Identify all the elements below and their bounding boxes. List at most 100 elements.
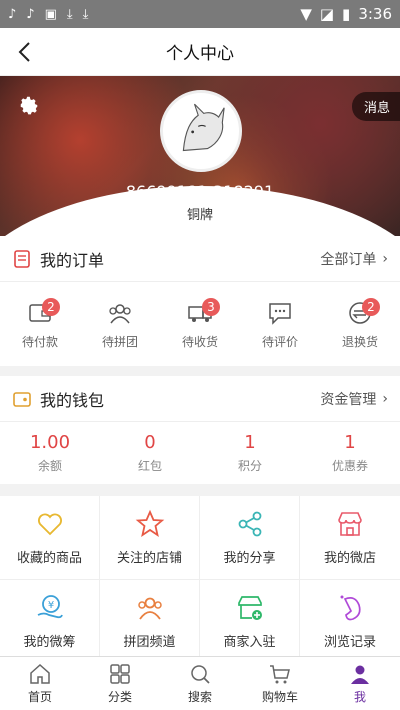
label: 关注的店铺 (116, 551, 182, 566)
feature-my-crowdfunding[interactable]: ¥ 我的微筹 (0, 580, 100, 664)
label: 拼团频道 (123, 635, 176, 650)
label: 分类 (107, 690, 132, 704)
tab-search[interactable]: 搜索 (160, 657, 240, 710)
order-pending-receipt[interactable]: 3 待收货 (160, 282, 240, 366)
order-returns[interactable]: 2 退换货 (320, 282, 400, 366)
feature-browsing-history[interactable]: 浏览记录 (300, 580, 400, 664)
share-icon (238, 511, 261, 537)
label: 待收货 (181, 334, 218, 349)
label: 我的微店 (323, 551, 376, 566)
wallet-title: 我的钱包 (40, 390, 105, 410)
cart-icon (270, 665, 290, 684)
badge: 2 (42, 298, 60, 316)
label: 红包 (137, 459, 162, 473)
feature-my-microshop[interactable]: 我的微店 (300, 496, 400, 580)
fund-management-link[interactable]: 资金管理 › (320, 389, 388, 409)
profile-banner: 消息 86699181-318291 铜牌 (0, 76, 400, 236)
feature-favorite-products[interactable]: 收藏的商品 (0, 496, 100, 580)
value: 1.00 (29, 432, 71, 453)
feature-merchant-onboarding[interactable]: 商家入驻 (200, 580, 300, 664)
page-title: 个人中心 (166, 44, 234, 64)
back-arrow-icon[interactable] (12, 38, 40, 66)
orders-title: 我的订单 (40, 250, 105, 270)
label: 待拼团 (101, 334, 138, 349)
shop-icon (338, 512, 362, 536)
svg-text:¥: ¥ (47, 600, 53, 611)
label: 我 (353, 690, 366, 704)
wifi-icon: ▼ (300, 5, 312, 23)
label: 收藏的商品 (16, 551, 82, 566)
status-bar: ♪ ♪ ▣ ⤓ ⤓ ▼ ◪ ▮ 3:36 (0, 0, 400, 28)
feature-group-buy-channel[interactable]: 拼团频道 (100, 580, 200, 664)
download-icon: ⤓ (82, 6, 89, 22)
label: 积分 (237, 459, 262, 473)
tab-cart[interactable]: 购物车 (240, 657, 320, 710)
home-icon (30, 663, 50, 684)
wallet-coupons[interactable]: 1 优惠券 (300, 422, 400, 484)
comment-icon (269, 302, 291, 325)
tiktok-icon: ♪ (8, 6, 17, 22)
messages-button[interactable]: 消息 (351, 92, 400, 121)
image-icon: ▣ (44, 6, 57, 22)
footprint-icon (340, 595, 361, 621)
wallet-header[interactable]: 我的钱包 资金管理 › (0, 376, 400, 422)
tab-category[interactable]: 分类 (80, 657, 160, 710)
user-id: 86699181-318291 (125, 182, 275, 201)
value: 1 (344, 432, 356, 453)
value: 0 (144, 432, 156, 453)
label: 搜索 (187, 690, 212, 704)
order-pending-review[interactable]: 待评价 (240, 282, 320, 366)
order-pending-payment[interactable]: 2 待付款 (0, 282, 80, 366)
wallet-points[interactable]: 1 积分 (200, 422, 300, 484)
crowdfund-icon: ¥ (37, 595, 63, 619)
order-list-icon (14, 249, 30, 268)
label: 购物车 (261, 690, 298, 704)
label: 优惠券 (331, 459, 368, 473)
order-status-row: 2 待付款 待拼团 3 待收货 待评价 2 退换货 (0, 282, 400, 366)
battery-icon: ▮ (342, 5, 351, 23)
label: 浏览记录 (323, 635, 376, 650)
notification-icons: ♪ ♪ ▣ ⤓ ⤓ (8, 7, 88, 22)
value: 1 (244, 432, 256, 453)
label: 我的微筹 (23, 635, 76, 650)
all-orders-link[interactable]: 全部订单 › (320, 249, 388, 269)
orders-section: 我的订单 全部订单 › 2 待付款 待拼团 3 待收货 待评价 2 退换货 (0, 236, 400, 366)
wallet-red-packets[interactable]: 0 红包 (100, 422, 200, 484)
tab-home[interactable]: 首页 (0, 657, 80, 710)
label: 我的分享 (223, 551, 276, 566)
star-icon (135, 509, 164, 537)
category-grid-icon (110, 664, 130, 684)
fund-management-label: 资金管理 (320, 391, 377, 408)
signal-icon: ◪ (319, 5, 335, 23)
orders-header[interactable]: 我的订单 全部订单 › (0, 236, 400, 282)
label: 退换货 (341, 334, 378, 349)
tab-me[interactable]: 我 (320, 657, 400, 710)
label: 待评价 (261, 334, 298, 349)
fox-avatar-image (182, 103, 225, 152)
wallet-balance[interactable]: 1.00 余额 (0, 422, 100, 484)
feature-my-shares[interactable]: 我的分享 (200, 496, 300, 580)
heart-icon (37, 513, 62, 536)
feature-grid: 收藏的商品 关注的店铺 我的分享 我的微店 ¥ 我的微筹 拼团频道 商家入驻 浏… (0, 496, 400, 664)
group-users-icon (109, 303, 131, 323)
user-icon (351, 665, 369, 684)
avatar[interactable] (160, 90, 242, 172)
search-icon (191, 665, 210, 684)
member-level: 铜牌 (186, 208, 213, 223)
label: 首页 (27, 690, 52, 704)
feature-followed-shops[interactable]: 关注的店铺 (100, 496, 200, 580)
store-add-icon (237, 596, 262, 620)
badge: 3 (202, 298, 220, 316)
chevron-right-icon: › (382, 250, 388, 267)
all-orders-label: 全部订单 (320, 251, 377, 268)
chevron-right-icon: › (382, 390, 388, 407)
group-icon (137, 597, 162, 620)
label: 商家入驻 (223, 635, 276, 650)
settings-gear-icon[interactable] (18, 94, 40, 116)
tiktok-icon: ♪ (26, 6, 35, 22)
label: 余额 (37, 459, 62, 473)
wallet-stats: 1.00 余额 0 红包 1 积分 1 优惠券 (0, 422, 400, 484)
download-icon: ⤓ (66, 6, 73, 22)
bottom-tab-bar: 首页 分类 搜索 购物车 我 (0, 656, 400, 710)
order-pending-group[interactable]: 待拼团 (80, 282, 160, 366)
